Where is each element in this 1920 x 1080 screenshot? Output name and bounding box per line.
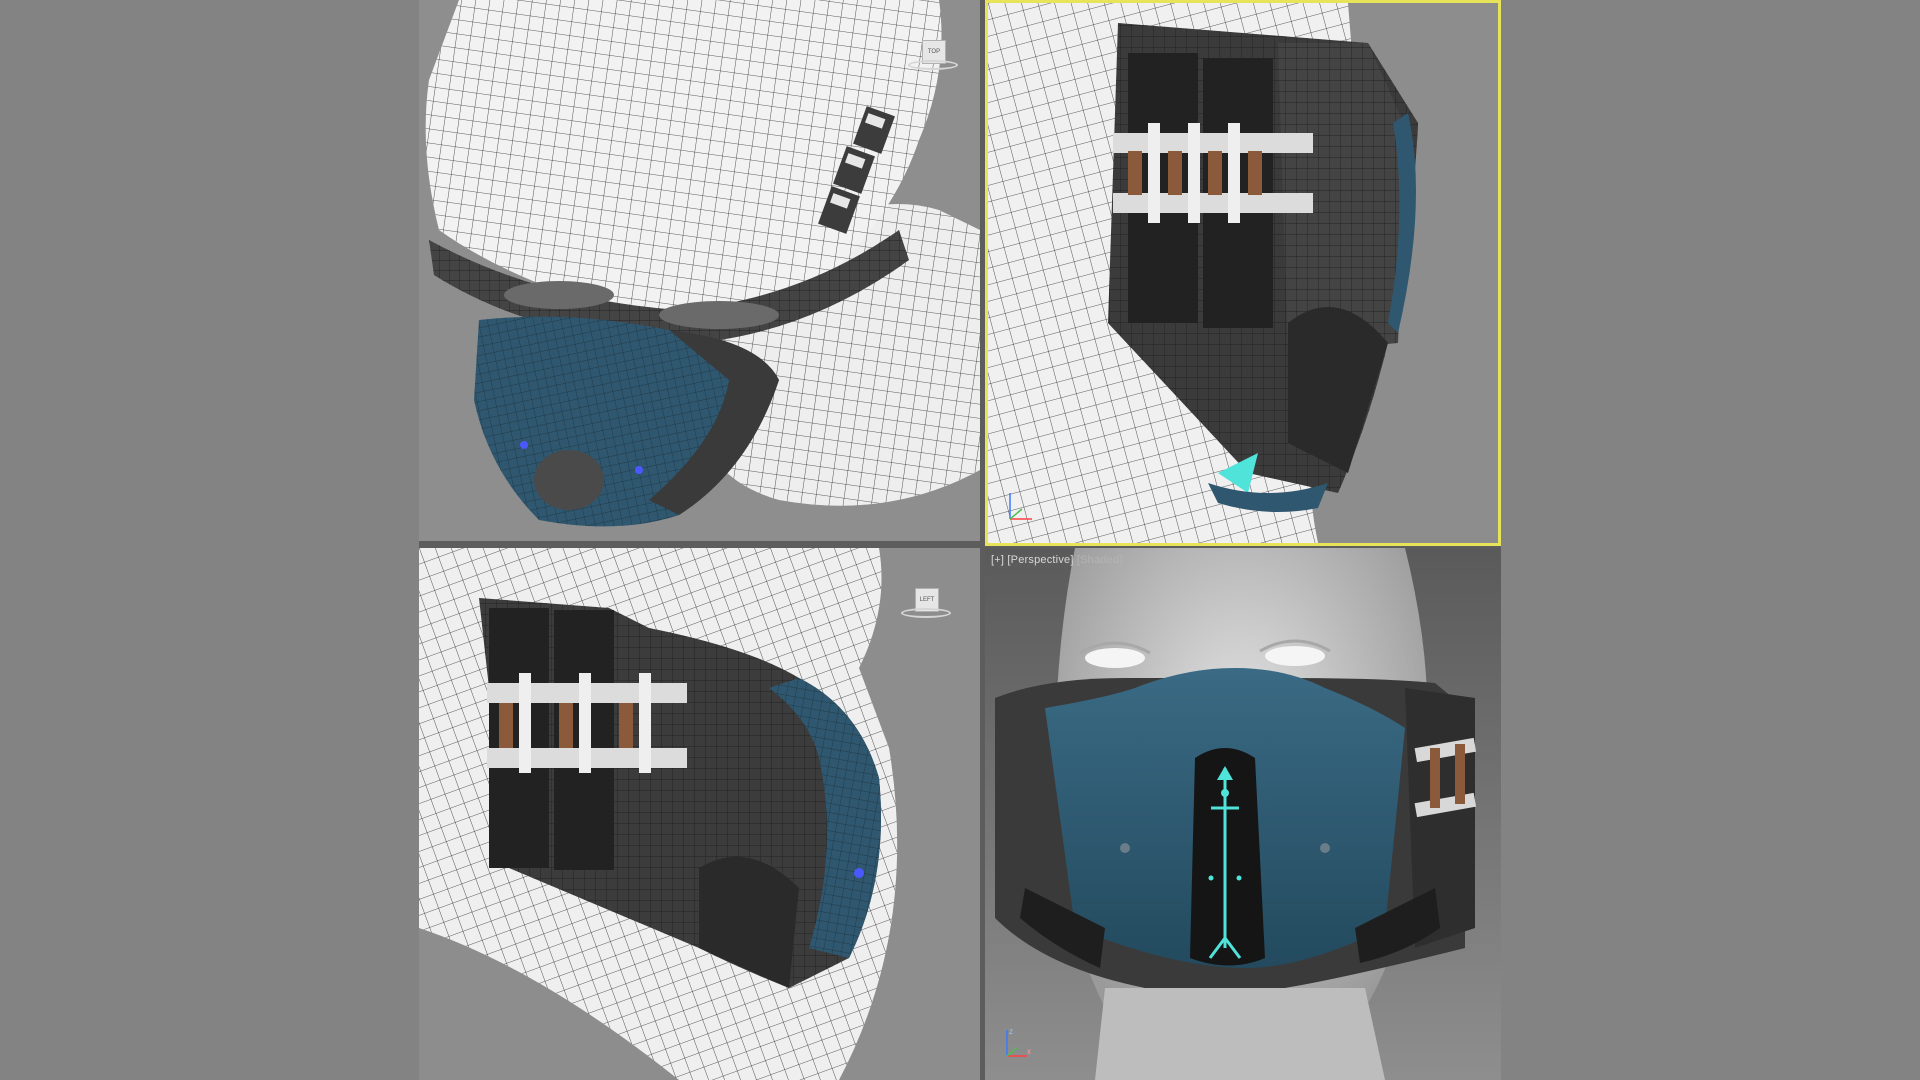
viewport-menu-view[interactable]: [Perspective] [1007, 554, 1073, 566]
viewport-menu-plus[interactable]: [+] [991, 554, 1004, 566]
viewport-left[interactable]: LEFT [419, 548, 980, 1080]
axis-z-label: z [1009, 1027, 1013, 1036]
head-wireframe-front-view [988, 3, 1498, 543]
rendered-head-with-mask [985, 548, 1501, 1080]
viewport-perspective[interactable]: [+] [Perspective] [Shaded] z x [985, 548, 1501, 1080]
head-wireframe-top-view [419, 0, 980, 541]
axis-tripod-perspective: z x [1006, 1027, 1031, 1057]
viewport-front-active[interactable] [985, 0, 1501, 546]
viewcube-left[interactable]: LEFT [897, 578, 955, 636]
viewcube-top[interactable]: TOP [904, 30, 962, 88]
viewcube-ring[interactable] [901, 608, 951, 618]
viewport-top[interactable]: TOP [419, 0, 980, 541]
mask-render [995, 668, 1477, 988]
viewcube-ring[interactable] [908, 60, 958, 70]
perspective-viewport-label: [+] [Perspective] [Shaded] [991, 554, 1123, 566]
viewport-menu-shading[interactable]: [Shaded] [1077, 554, 1123, 566]
axis-tripod [1009, 493, 1032, 520]
head-wireframe-left-view [419, 548, 980, 1080]
viewport-layout: TOP LEFT [+] [Perspective] [Shaded] z x [419, 0, 1501, 1080]
app-window: TOP LEFT [+] [Perspective] [Shaded] z x [0, 0, 1920, 1080]
axis-x-label: x [1027, 1047, 1031, 1056]
